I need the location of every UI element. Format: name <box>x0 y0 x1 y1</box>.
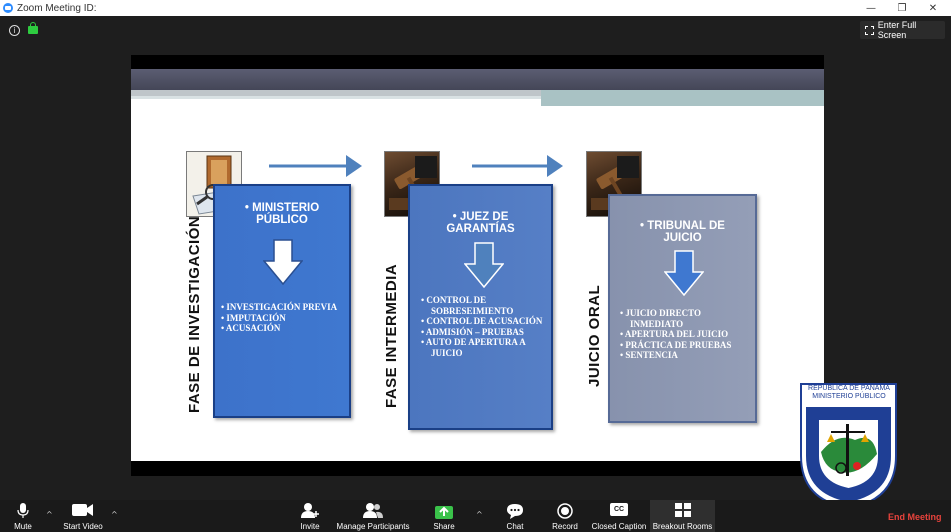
tribunal-de-juicio-items: • JUICIO DIRECTO INMEDIATO • APERTURA DE… <box>620 308 752 361</box>
chat-button[interactable]: Chat <box>502 500 528 532</box>
slide-header-line <box>131 96 541 99</box>
share-button[interactable]: Share <box>430 500 458 532</box>
list-item: • IMPUTACIÓN <box>221 312 286 323</box>
invite-icon <box>301 503 319 518</box>
start-video-button[interactable]: Start Video <box>60 500 106 532</box>
closed-caption-icon: CC <box>610 503 628 516</box>
video-options-chevron-icon[interactable]: ^ <box>111 510 118 519</box>
chat-label: Chat <box>506 522 524 531</box>
audio-options-chevron-icon[interactable]: ^ <box>46 510 53 519</box>
list-item: • CONTROL DE ACUSACIÓN <box>421 316 543 326</box>
juez-de-garantias-items: • CONTROL DE SOBRESEIMIENTO • CONTROL DE… <box>421 295 549 358</box>
record-label: Record <box>552 522 578 531</box>
window-title: Zoom Meeting ID: <box>17 2 97 14</box>
list-item: • CONTROL DE <box>421 295 487 305</box>
juez-de-garantias-box: • JUEZ DE GARANTÍAS • CONTROL DE SOBRESE… <box>408 184 553 430</box>
breakout-rooms-label: Breakout Rooms <box>652 522 713 531</box>
breakout-rooms-icon <box>674 503 691 517</box>
invite-label: Invite <box>300 522 320 531</box>
closed-caption-label: Closed Caption <box>591 522 647 531</box>
mute-label: Mute <box>14 522 32 531</box>
zoom-logo-icon <box>3 3 13 13</box>
seal-line-1: REPÚBLICA DE PANAMÁ <box>808 385 890 392</box>
list-item: INMEDIATO <box>630 318 684 329</box>
tribunal-de-juicio-box: • TRIBUNAL DE JUICIO • JUICIO DIRECTO IN… <box>608 194 757 423</box>
list-item: • SENTENCIA <box>620 350 678 360</box>
video-camera-icon <box>72 504 93 516</box>
box-title-line: PÚBLICO <box>256 214 308 226</box>
box-title-line: JUICIO <box>663 232 702 244</box>
share-screen-icon <box>435 506 453 519</box>
list-item: SOBRESEIMIENTO <box>431 305 514 316</box>
down-arrow-icon <box>464 242 504 288</box>
tribunal-de-juicio-title: • TRIBUNAL DE JUICIO <box>610 220 755 244</box>
breakout-rooms-button[interactable]: Breakout Rooms <box>650 500 715 532</box>
list-item: JUICIO <box>431 347 463 358</box>
shared-screen: • MINISTERIO PÚBLICO • INVESTIGACIÓN PRE… <box>131 55 824 476</box>
lock-icon[interactable] <box>28 22 38 34</box>
meeting-view: i Enter Full Screen • MINISTERIO PÚBLICO… <box>0 16 951 510</box>
info-icon[interactable]: i <box>9 25 20 36</box>
box-title-line: • MINISTERIO <box>244 202 320 214</box>
ministerio-publico-box: • MINISTERIO PÚBLICO • INVESTIGACIÓN PRE… <box>213 184 351 418</box>
title-bar: Zoom Meeting ID: — ❐ ✕ <box>0 0 951 16</box>
ministerio-publico-items: • INVESTIGACIÓN PREVIA • IMPUTACIÓN • AC… <box>221 302 337 334</box>
seal-line-2: MINISTERIO PÚBLICO <box>812 393 886 400</box>
invite-button[interactable]: Invite <box>296 500 324 532</box>
minimize-button[interactable]: — <box>857 0 885 16</box>
right-arrow-icon <box>269 155 362 177</box>
slide-header-accent <box>541 90 824 106</box>
enter-full-screen-button[interactable]: Enter Full Screen <box>860 20 945 40</box>
box-title-line: GARANTÍAS <box>446 223 515 235</box>
microphone-icon <box>17 503 29 518</box>
list-item: • PRÁCTICA DE PRUEBAS <box>620 339 732 350</box>
vertical-label-intermedia: FASE INTERMEDIA <box>383 263 400 408</box>
manage-participants-button[interactable]: Manage Participants <box>334 500 412 532</box>
down-arrow-icon <box>263 239 303 285</box>
vertical-label-investigacion: FASE DE INVESTIGACIÓN <box>186 215 203 413</box>
list-item: • AUTO DE APERTURA A <box>421 337 526 347</box>
seal-header: REPÚBLICA DE PANAMÁ MINISTERIO PÚBLICO <box>799 385 899 401</box>
list-item: • JUICIO DIRECTO <box>620 308 701 318</box>
chat-icon <box>507 504 523 519</box>
ministerio-publico-title: • MINISTERIO PÚBLICO <box>215 202 349 226</box>
juez-de-garantias-title: • JUEZ DE GARANTÍAS <box>410 211 551 235</box>
list-item: • ACUSACIÓN <box>221 323 281 333</box>
list-item: • INVESTIGACIÓN PREVIA <box>221 302 338 312</box>
record-icon <box>557 503 573 519</box>
slide-header-band <box>131 69 824 90</box>
down-arrow-icon <box>664 250 704 296</box>
manage-participants-label: Manage Participants <box>336 522 410 531</box>
share-label: Share <box>433 522 455 531</box>
box-title-line: • JUEZ DE <box>452 211 509 223</box>
close-button[interactable]: ✕ <box>919 0 947 16</box>
mute-button[interactable]: Mute <box>8 500 38 532</box>
record-button[interactable]: Record <box>550 500 580 532</box>
fullscreen-icon <box>865 25 874 35</box>
end-meeting-button[interactable]: End Meeting <box>888 512 942 522</box>
closed-caption-button[interactable]: CC Closed Caption <box>590 500 648 532</box>
meeting-toolbar: Mute ^ Start Video ^ Invite Manage Parti… <box>0 500 951 532</box>
presentation-slide: • MINISTERIO PÚBLICO • INVESTIGACIÓN PRE… <box>131 69 824 461</box>
vertical-label-juicio-oral: JUICIO ORAL <box>586 284 603 387</box>
right-arrow-icon <box>472 155 563 177</box>
list-item: • APERTURA DEL JUICIO <box>620 329 729 339</box>
enter-full-screen-label: Enter Full Screen <box>877 20 917 40</box>
list-item: • ADMISIÓN – PRUEBAS <box>421 326 524 337</box>
participants-icon <box>363 503 383 518</box>
share-options-chevron-icon[interactable]: ^ <box>476 510 483 519</box>
start-video-label: Start Video <box>63 522 103 531</box>
restore-button[interactable]: ❐ <box>888 0 916 16</box>
box-title-line: • TRIBUNAL DE <box>640 220 725 232</box>
